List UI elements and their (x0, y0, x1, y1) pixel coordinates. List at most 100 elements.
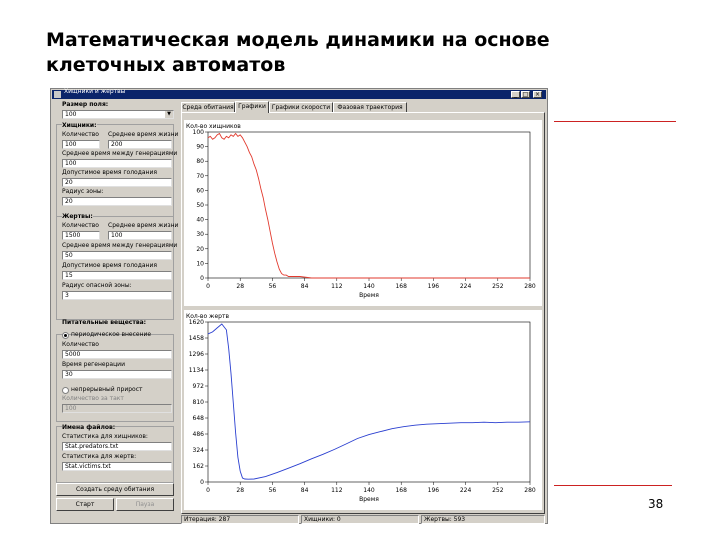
prey-heading: Жертвы: (62, 213, 93, 220)
nutr-regen-label: Время регенерации (62, 361, 125, 368)
prey-count-input[interactable]: 1500 (62, 231, 100, 240)
stats-pred-file-input[interactable]: Stat.predators.txt (62, 442, 172, 451)
nutr-count-label: Количество (62, 341, 99, 348)
files-heading: Имена файлов: (62, 424, 116, 431)
pred-avg-life-label: Среднее время жизни (108, 131, 179, 138)
app-window: Хищники и жертвы _ □ × Размер поля: 100 … (50, 88, 548, 524)
nutr-count-input[interactable]: 5000 (62, 350, 172, 359)
series-line (207, 323, 531, 480)
pred-avg-gen-input[interactable]: 100 (62, 159, 172, 168)
x-tick-label: 84 (301, 487, 309, 494)
predator-chart-svg: Кол-во хищников01020304050607080901000 28… (186, 123, 536, 299)
settings-panel: Размер поля: 100 ▼ Хищники: Количество С… (52, 100, 178, 524)
x-tick-label: 196 (428, 283, 440, 290)
x-tick-label: 224 (460, 283, 472, 290)
y-tick-label: 1296 (189, 351, 204, 358)
prey-hunger-input[interactable]: 15 (62, 271, 172, 280)
x-tick-label: 56 (269, 283, 277, 290)
x-tick-label: 112 (331, 487, 343, 494)
nutrients-heading: Питательные вещества: (62, 319, 147, 326)
create-environment-button[interactable]: Создать среду обитания (56, 483, 174, 496)
y-tick-label: 1458 (189, 335, 204, 342)
status-bar: Итерация: 287 Хищники: 0 Жертвы: 593 (181, 515, 545, 524)
prey-chart-svg: Кол-во жертв0162324486648810972113412961… (186, 313, 536, 503)
x-tick-label: 112 (331, 283, 343, 290)
y-tick-label: 162 (193, 463, 205, 470)
pred-hunger-label: Допустимое время голодания (62, 169, 157, 176)
field-size-value: 100 (65, 111, 77, 118)
y-tick-label: 30 (196, 231, 204, 238)
x-tick-label: 56 (269, 487, 277, 494)
graphs-panel: Кол-во хищников 0 10 20 30 40 50 60 70 80 90 100 0 28… (181, 112, 545, 514)
field-size-select[interactable]: 100 ▼ (62, 110, 174, 119)
page-number: 38 (648, 497, 664, 511)
prey-hunger-label: Допустимое время голодания (62, 262, 157, 269)
y-tick-label: 648 (193, 415, 205, 422)
y-tick-label: 324 (193, 447, 205, 454)
slide-title: Математическая модель динамики на основе… (46, 28, 606, 78)
x-tick-label: 28 (236, 487, 244, 494)
tab-graphs[interactable]: Графики (235, 101, 269, 113)
maximize-button[interactable]: □ (521, 91, 530, 98)
x-tick-label: 168 (395, 283, 407, 290)
app-icon (54, 91, 61, 98)
stats-pred-label: Статистика для хищников: (62, 433, 148, 440)
y-tick-label: 0 (200, 275, 204, 282)
pred-zone-input[interactable]: 20 (62, 197, 172, 206)
x-tick-label: 140 (363, 487, 375, 494)
y-tick-label: 80 (196, 158, 204, 165)
y-tick-label: 1620 (189, 319, 204, 326)
x-axis-label: Время (359, 292, 379, 299)
y-tick-label: 60 (196, 187, 204, 194)
y-tick-label: 50 (196, 202, 204, 209)
window-title: Хищники и жертвы (64, 88, 126, 95)
slide-title-line-1: Математическая модель динамики на основе (46, 29, 550, 51)
pred-zone-label: Радиус зоны: (62, 188, 104, 195)
y-tick-label: 70 (196, 173, 204, 180)
periodic-label: периодическое внесение (71, 331, 152, 338)
pause-button[interactable]: Пауза (116, 498, 174, 511)
y-tick-label: 486 (193, 431, 205, 438)
x-axis-label: Время (359, 496, 379, 503)
nutr-regen-input[interactable]: 30 (62, 370, 172, 379)
x-tick-label: 0 (206, 283, 210, 290)
noninterrupt-label: непрерывный прирост (71, 386, 143, 393)
prey-avg-gen-input[interactable]: 50 (62, 251, 172, 260)
x-tick-label: 28 (236, 283, 244, 290)
x-tick-label: 252 (492, 487, 504, 494)
y-tick-label: 810 (193, 399, 205, 406)
x-tick-label: 280 (524, 283, 536, 290)
window-title-bar[interactable]: Хищники и жертвы _ □ × (52, 88, 546, 99)
y-tick-label: 90 (196, 144, 204, 151)
status-iteration: Итерация: 287 (181, 515, 299, 524)
periodic-radio[interactable] (62, 332, 69, 339)
pred-avg-life-input[interactable]: 200 (108, 140, 172, 149)
chevron-down-icon[interactable]: ▼ (165, 111, 173, 118)
pred-hunger-input[interactable]: 20 (62, 178, 172, 187)
series-line (207, 132, 530, 279)
noninterrupt-radio[interactable] (62, 387, 69, 394)
prey-avg-life-input[interactable]: 100 (108, 231, 172, 240)
field-size-label: Размер поля: (62, 101, 109, 108)
start-button[interactable]: Старт (56, 498, 114, 511)
pred-count-label: Количество (62, 131, 99, 138)
prey-avg-life-label: Среднее время жизни (108, 222, 179, 229)
x-tick-label: 0 (206, 487, 210, 494)
prey-count-label: Количество (62, 222, 99, 229)
stats-prey-file-input[interactable]: Stat.victims.txt (62, 462, 172, 471)
predator-chart: Кол-во хищников 0 10 20 30 40 50 60 70 80 90 100 0 28… (184, 120, 542, 306)
prey-danger-input[interactable]: 3 (62, 291, 172, 300)
x-tick-label: 84 (301, 283, 309, 290)
prey-avg-gen-label: Среднее время между генерациями (62, 242, 178, 249)
status-predators: Хищники: 0 (301, 515, 419, 524)
x-tick-label: 140 (363, 283, 375, 290)
pred-count-input[interactable]: 100 (62, 140, 100, 149)
close-button[interactable]: × (533, 91, 542, 98)
minimize-button[interactable]: _ (511, 91, 520, 98)
y-tick-label: 10 (196, 260, 204, 267)
nutr-per-tick-input[interactable]: 100 (62, 404, 172, 413)
plot-frame (207, 321, 531, 483)
prey-danger-label: Радиус опасной зоны: (62, 282, 132, 289)
x-tick-label: 252 (492, 283, 504, 290)
prey-chart: Кол-во жертв 0 162 324 486 648 810 972 1134 1296 1… (184, 310, 542, 510)
